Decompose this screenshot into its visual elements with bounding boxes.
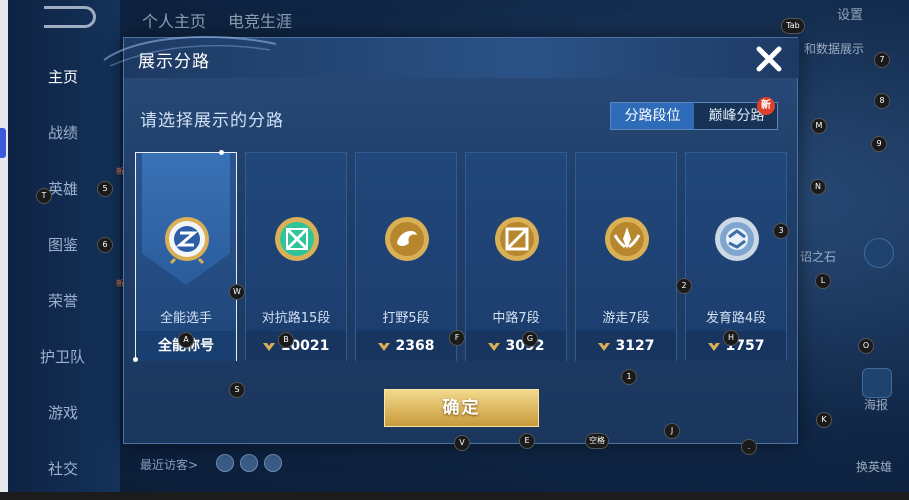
avatar[interactable] bbox=[216, 454, 234, 472]
key-hint: O bbox=[858, 338, 874, 354]
rank-points-icon bbox=[487, 343, 500, 351]
edge-marker bbox=[0, 128, 6, 158]
mid-lane-icon bbox=[495, 217, 539, 261]
key-hint: T bbox=[36, 188, 52, 204]
score-value: 3127 bbox=[615, 338, 655, 354]
tab-profile[interactable]: 个人主页 bbox=[142, 8, 206, 32]
route-card-mid[interactable]: 中路7段 3092 bbox=[465, 152, 567, 361]
route-card-score: 2368 bbox=[356, 331, 456, 361]
key-hint: 9 bbox=[871, 136, 887, 152]
key-hint: W bbox=[229, 284, 245, 300]
poster-label[interactable]: 海报 bbox=[864, 396, 888, 413]
score-value: 2368 bbox=[395, 338, 435, 354]
jungle-icon bbox=[385, 217, 429, 261]
change-hero-label[interactable]: 换英雄 bbox=[856, 458, 892, 475]
route-card-score: 3092 bbox=[466, 331, 566, 361]
route-card-roam[interactable]: 游走7段 3127 bbox=[575, 152, 677, 361]
route-card-name: 对抗路15段 bbox=[261, 311, 331, 326]
key-hint: H bbox=[723, 330, 739, 346]
avatar[interactable] bbox=[264, 454, 282, 472]
clash-lane-icon bbox=[275, 217, 319, 261]
key-hint: L bbox=[815, 273, 831, 289]
selection-corner bbox=[219, 150, 224, 155]
dialog-title: 展示分路 bbox=[138, 52, 210, 72]
key-hint: 5 bbox=[97, 181, 113, 197]
route-card-name: 游走7段 bbox=[602, 311, 650, 326]
route-card-jungle[interactable]: 打野5段 2368 bbox=[355, 152, 457, 361]
route-card-all-round[interactable]: 全能选手 全能称号 bbox=[133, 150, 237, 362]
back-icon[interactable] bbox=[44, 6, 96, 28]
route-display-dialog: 展示分路 请选择展示的分路 分路段位 巅峰分路 新 全能选手 全能称号 对抗路1… bbox=[103, 35, 799, 444]
confirm-button[interactable]: 确定 bbox=[384, 389, 539, 427]
key-hint: 8 bbox=[874, 93, 890, 109]
key-hint: S bbox=[229, 382, 245, 398]
key-hint: . bbox=[741, 439, 757, 455]
farm-lane-icon bbox=[715, 217, 759, 261]
selection-corner bbox=[133, 357, 138, 362]
recent-visitors-link[interactable]: 最近访客> bbox=[140, 456, 198, 473]
key-hint: B bbox=[278, 332, 294, 348]
route-card-farm[interactable]: 发育路4段 1757 bbox=[685, 152, 787, 361]
bottom-bar: 最近访客> bbox=[120, 450, 800, 484]
key-hint: F bbox=[449, 330, 465, 346]
key-hint: Tab bbox=[781, 18, 805, 34]
key-hint: 2 bbox=[676, 278, 692, 294]
sidebar-item-home[interactable]: 主页 bbox=[48, 66, 78, 87]
route-card-score: 10021 bbox=[246, 331, 346, 361]
tab-esports[interactable]: 电竞生涯 bbox=[228, 8, 292, 32]
key-hint: J bbox=[664, 423, 680, 439]
sidebar-item-atlas[interactable]: 图鉴 bbox=[48, 234, 78, 255]
key-hint: 空格 bbox=[585, 433, 609, 449]
route-card-name: 全能选手 bbox=[159, 311, 212, 326]
key-hint: V bbox=[454, 435, 470, 451]
stone-label: 诏之石 bbox=[800, 250, 837, 264]
route-card-name: 打野5段 bbox=[382, 311, 430, 326]
rank-points-icon bbox=[707, 343, 720, 351]
new-badge: 新 bbox=[757, 97, 775, 115]
key-hint: 3 bbox=[773, 223, 789, 239]
stone-icon[interactable] bbox=[864, 238, 894, 268]
dialog-subtitle: 请选择展示的分路 bbox=[140, 111, 284, 131]
tab-route-rank[interactable]: 分路段位 bbox=[611, 103, 694, 129]
key-hint: M bbox=[811, 118, 827, 134]
key-hint: G bbox=[522, 331, 538, 347]
rank-points-icon bbox=[377, 343, 390, 351]
sidebar-item-record[interactable]: 战绩 bbox=[48, 122, 78, 143]
sidebar-item-hero[interactable]: 英雄 bbox=[48, 178, 78, 199]
key-hint: N bbox=[810, 179, 826, 195]
right-panel: 和数据展示 诏之石 海报 换英雄 bbox=[798, 20, 909, 474]
roam-icon bbox=[605, 217, 649, 261]
rank-points-icon bbox=[262, 343, 275, 351]
dialog-header: 展示分路 bbox=[103, 35, 799, 78]
sidebar-item-guard[interactable]: 护卫队 bbox=[40, 346, 85, 367]
window-edge bbox=[0, 0, 8, 500]
rank-points-icon bbox=[597, 343, 610, 351]
key-hint: E bbox=[519, 433, 535, 449]
sidebar-item-honor[interactable]: 荣誉 bbox=[48, 290, 78, 311]
key-hint: 6 bbox=[97, 237, 113, 253]
route-card-name: 发育路4段 bbox=[705, 311, 767, 326]
route-card-score: 3127 bbox=[576, 331, 676, 361]
key-hint: 7 bbox=[874, 52, 890, 68]
poster-icon[interactable] bbox=[862, 368, 892, 398]
route-type-toggle: 分路段位 巅峰分路 bbox=[610, 102, 778, 130]
close-icon[interactable] bbox=[752, 42, 786, 76]
key-hint: K bbox=[816, 412, 832, 428]
sidebar-item-game[interactable]: 游戏 bbox=[48, 402, 78, 423]
all-round-icon bbox=[165, 217, 209, 265]
route-card-name: 中路7段 bbox=[492, 311, 540, 326]
sidebar-item-social[interactable]: 社交 bbox=[48, 458, 78, 479]
key-hint: 1 bbox=[621, 369, 637, 385]
data-display-label[interactable]: 和数据展示 bbox=[804, 40, 864, 57]
key-hint: A bbox=[178, 332, 194, 348]
avatar[interactable] bbox=[240, 454, 258, 472]
footer-strip bbox=[0, 492, 909, 500]
route-card-clash[interactable]: 对抗路15段 10021 bbox=[245, 152, 347, 361]
